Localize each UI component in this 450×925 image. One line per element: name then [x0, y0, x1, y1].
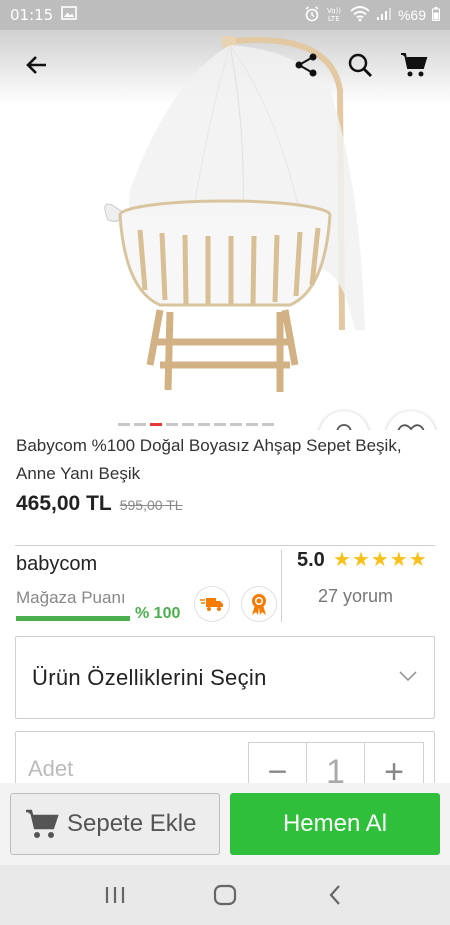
home-button[interactable]: [205, 875, 245, 915]
gallery-dot[interactable]: [150, 423, 162, 426]
home-icon: [213, 884, 237, 906]
status-time: 01:15: [10, 6, 54, 24]
store-score-label: Mağaza Puanı: [16, 588, 126, 607]
search-icon: [348, 53, 372, 77]
action-bar: Sepete Ekle Hemen Al: [0, 783, 450, 865]
add-to-cart-button[interactable]: Sepete Ekle: [10, 793, 220, 855]
bell-icon: [336, 424, 352, 430]
star-icon: ★: [370, 549, 389, 571]
old-price: 595,00 TL: [119, 497, 183, 513]
divider: [15, 545, 435, 546]
price-row: 465,00 TL 595,00 TL: [16, 492, 183, 516]
rating-value: 5.0: [297, 549, 325, 571]
gallery-dot[interactable]: [262, 423, 274, 426]
signal-icon: [376, 7, 392, 24]
buy-now-button[interactable]: Hemen Al: [230, 793, 440, 855]
product-options-select[interactable]: Ürün Özelliklerini Seçin: [15, 636, 435, 719]
product-title: Babycom %100 Doğal Boyasız Ahşap Sepet B…: [16, 436, 402, 483]
star-icon: ★: [389, 549, 408, 571]
volte-icon: Vo)) LTE: [326, 6, 344, 25]
back-nav-button[interactable]: [315, 875, 355, 915]
share-icon: [295, 53, 317, 77]
favorite-button[interactable]: [386, 411, 436, 430]
back-arrow-icon: [26, 56, 46, 74]
svg-text:LTE: LTE: [328, 15, 340, 22]
chevron-down-icon: [398, 669, 418, 687]
current-price: 465,00 TL: [16, 492, 112, 515]
wifi-icon: [350, 5, 370, 25]
star-icon: ★: [351, 549, 370, 571]
gallery-dots: [118, 423, 274, 426]
svg-text:Vo)): Vo)): [327, 7, 341, 15]
recent-apps-button[interactable]: [95, 875, 135, 915]
gallery-dot[interactable]: [166, 423, 178, 426]
gallery-dot[interactable]: [230, 423, 242, 426]
review-count[interactable]: 27 yorum: [318, 586, 393, 607]
share-button[interactable]: [286, 45, 326, 85]
award-ribbon-icon: [252, 594, 266, 615]
notify-button[interactable]: [319, 411, 369, 430]
alarm-icon: [304, 5, 320, 25]
buy-now-label: Hemen Al: [282, 810, 388, 837]
store-score-value: % 100: [135, 605, 181, 622]
gallery-dot[interactable]: [182, 423, 194, 426]
star-icon: ★: [333, 549, 351, 571]
store-name[interactable]: babycom: [16, 553, 97, 576]
back-button[interactable]: [16, 45, 56, 85]
options-label: Ürün Özelliklerini Seçin: [32, 664, 267, 690]
heart-icon: [397, 424, 425, 430]
gallery-dot[interactable]: [246, 423, 258, 426]
back-chevron-icon: [329, 885, 340, 905]
battery-icon: [432, 6, 440, 24]
cart-button[interactable]: [394, 45, 434, 85]
award-badge[interactable]: [241, 586, 277, 622]
gallery-dot[interactable]: [134, 423, 146, 426]
gallery-dot[interactable]: [214, 423, 226, 426]
add-to-cart-label: Sepete Ekle: [67, 810, 197, 837]
rating-stars: ★ ★ ★ ★ ★: [333, 549, 427, 571]
image-icon: [61, 6, 78, 24]
quantity-label: Adet: [28, 756, 74, 781]
store-score-bar: [16, 616, 130, 621]
fast-delivery-badge[interactable]: [194, 586, 230, 622]
gallery-dot[interactable]: [118, 423, 130, 426]
battery-percent: %69: [397, 7, 426, 23]
gallery-dot[interactable]: [198, 423, 210, 426]
vertical-divider: [281, 550, 282, 622]
top-toolbar: [0, 30, 450, 100]
fast-delivery-truck-icon: [200, 598, 223, 611]
cart-icon: [401, 53, 428, 77]
search-button[interactable]: [340, 45, 380, 85]
cart-icon: [26, 809, 59, 838]
system-nav-bar: [0, 865, 450, 925]
star-icon: ★: [408, 549, 427, 571]
status-bar: 01:15 Vo)) LTE %69: [0, 0, 450, 30]
recent-apps-icon: [105, 887, 125, 903]
